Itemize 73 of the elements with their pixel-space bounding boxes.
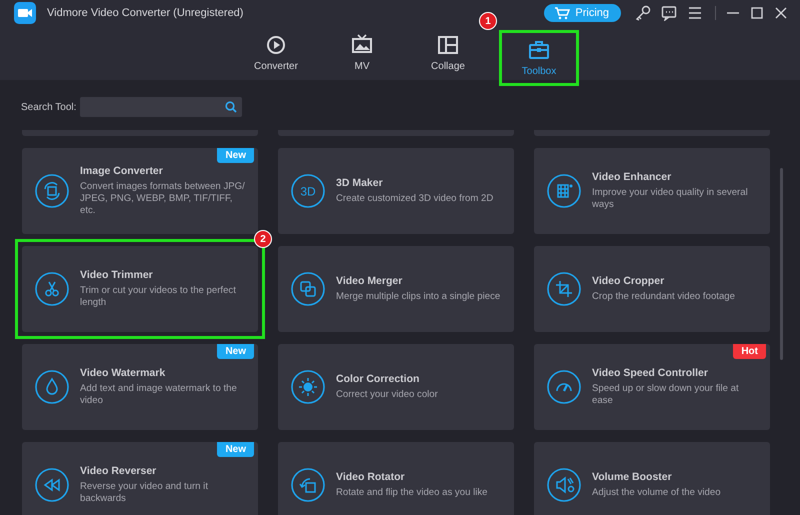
scissors-icon (35, 272, 69, 306)
tool-card[interactable]: New Video Reverser Reverse your video and turn it backwards (22, 442, 258, 515)
tool-title: 3D Maker (336, 177, 384, 189)
tool-card[interactable]: New Image Converter Convert images formats between JPG/ JPEG, PNG, WEBP, BMP, TIF/TIFF, etc. (22, 148, 258, 234)
search-field[interactable] (80, 97, 242, 117)
sun-icon (291, 370, 325, 404)
tool-description: Reverse your video and turn it backwards (80, 481, 209, 505)
tool-title: Video Watermark (80, 367, 166, 379)
rotate-icon (291, 468, 325, 502)
film-strip-icon (547, 174, 581, 208)
tool-card[interactable]: New Video Watermark Add text and image watermark to the video (22, 344, 258, 430)
tool-description: Merge multiple clips into a single piece (336, 291, 500, 303)
tool-description: Add text and image watermark to the video (80, 383, 238, 407)
tag-label: New (217, 148, 254, 163)
tool-title: Video Rotator (336, 471, 406, 483)
toolbox-icon (528, 39, 550, 61)
tool-title: Video Merger (336, 275, 404, 287)
tool-description: Rotate and flip the video as you like (336, 487, 488, 499)
tool-card[interactable]: Video Enhancer Improve your video quality in several ways (534, 148, 770, 234)
tool-card[interactable]: Hot Video Speed Controller Speed up or slow down your file at ease (534, 344, 770, 430)
tool-description: Improve your video quality in several ways (592, 187, 749, 211)
tool-card[interactable]: 3D 3D Maker Create customized 3D video from 2D (278, 148, 514, 234)
tool-description: Speed up or slow down your file at ease (592, 383, 740, 407)
tag-label: New (217, 344, 254, 359)
tool-title: Video Trimmer (80, 269, 154, 281)
tag-label: Hot (733, 344, 766, 359)
search-label: Search Tool: (21, 102, 76, 112)
tool-title: Color Correction (336, 373, 420, 385)
nav-tab[interactable]: MV (319, 26, 405, 80)
tv-icon (351, 34, 373, 56)
gauge-icon (547, 370, 581, 404)
tool-description: Correct your video color (336, 389, 438, 401)
tool-title: Image Converter (80, 165, 164, 177)
layout-icon (437, 34, 459, 56)
nav-tab[interactable]: Toolbox (499, 30, 579, 86)
maximize-icon[interactable] (750, 6, 764, 20)
tool-description: Convert images formats between JPG/ JPEG, PNG, WEBP, BMP, TIF/TIFF, etc. (80, 181, 245, 217)
window-title: Vidmore Video Converter (Unregistered) (47, 7, 244, 19)
tool-title: Video Cropper (592, 275, 666, 287)
speaker-icon (547, 468, 581, 502)
tag-label: New (217, 442, 254, 457)
crop-icon (547, 272, 581, 306)
tool-card[interactable]: Volume Booster Adjust the volume of the video (534, 442, 770, 515)
convert-arrows-icon (35, 174, 69, 208)
text-icon: 3D (291, 174, 325, 208)
tool-card[interactable]: Video Cropper Crop the redundant video footage (534, 246, 770, 332)
tool-card[interactable]: Color Correction Correct your video color (278, 344, 514, 430)
tool-description: Trim or cut your videos to the perfect length (80, 285, 237, 309)
tool-card[interactable]: Video Rotator Rotate and flip the video as you like (278, 442, 514, 515)
tool-description: Create customized 3D video from 2D (336, 193, 494, 205)
tool-title: Video Enhancer (592, 171, 672, 183)
scrollbar-thumb[interactable] (780, 168, 783, 360)
close-icon[interactable] (774, 6, 788, 20)
key-icon[interactable] (635, 5, 651, 21)
search-icon (225, 101, 238, 113)
overlapping-squares-icon (291, 272, 325, 306)
tool-description: Crop the redundant video footage (592, 291, 735, 303)
tool-description: Adjust the volume of the video (592, 487, 721, 499)
tool-card[interactable]: Video Trimmer Trim or cut your videos to the perfect length (22, 246, 258, 332)
tool-card[interactable]: Video Merger Merge multiple clips into a single piece (278, 246, 514, 332)
chat-icon[interactable] (661, 5, 677, 21)
drop-icon (35, 370, 69, 404)
tool-title: Volume Booster (592, 471, 673, 483)
nav-tab[interactable]: Converter (233, 26, 319, 80)
replay-icon (265, 34, 287, 56)
menu-icon[interactable] (687, 5, 703, 21)
cart-icon (554, 6, 570, 20)
rewind-icon (35, 468, 69, 502)
callout-badge: 2 (254, 230, 272, 248)
tool-title: Video Reverser (80, 465, 158, 477)
tool-title: Video Speed Controller (592, 367, 709, 379)
callout-badge: 1 (479, 12, 497, 30)
logo-icon (14, 2, 36, 24)
